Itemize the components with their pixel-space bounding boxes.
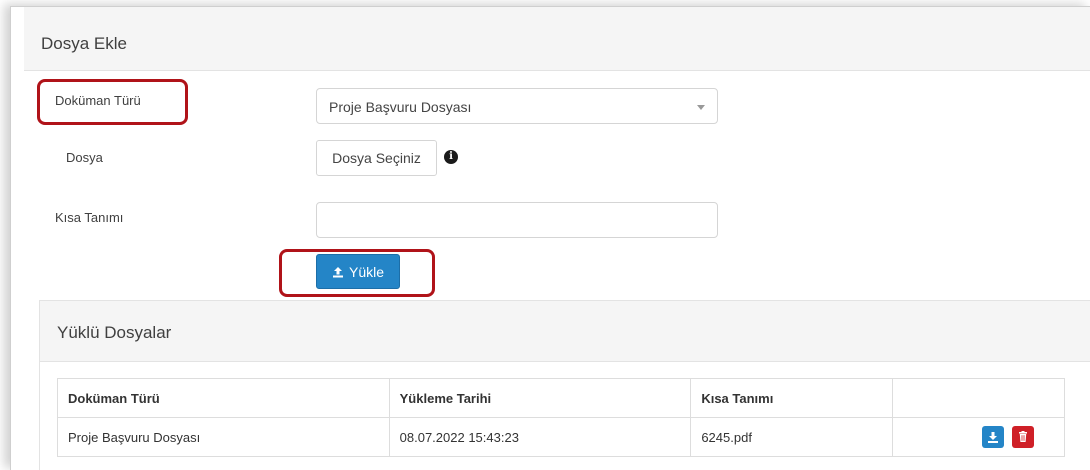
uploaded-files-panel: Yüklü Dosyalar Doküman Türü Yükleme Tari… bbox=[39, 300, 1090, 470]
doc-type-selected-value: Proje Başvuru Dosyası bbox=[329, 99, 472, 115]
cell-upload-date: 08.07.2022 15:43:23 bbox=[388, 417, 692, 457]
column-header-upload-date: Yükleme Tarihi bbox=[388, 378, 692, 418]
description-label: Kısa Tanımı bbox=[55, 210, 124, 225]
info-icon[interactable]: i bbox=[444, 150, 458, 164]
upload-button-label: Yükle bbox=[348, 263, 385, 280]
column-header-description: Kısa Tanımı bbox=[690, 378, 894, 418]
cell-doc-type: Proje Başvuru Dosyası bbox=[57, 417, 390, 457]
panel-header: Dosya Ekle bbox=[24, 7, 1090, 71]
file-label: Dosya bbox=[66, 150, 103, 165]
description-input[interactable] bbox=[316, 202, 718, 238]
panel-title: Dosya Ekle bbox=[41, 34, 127, 53]
upload-button[interactable]: Yükle bbox=[316, 254, 400, 289]
cell-actions bbox=[892, 417, 1065, 457]
choose-file-button[interactable]: Dosya Seçiniz bbox=[316, 140, 437, 176]
upload-icon bbox=[332, 266, 343, 277]
table-row: Proje Başvuru Dosyası 08.07.2022 15:43:2… bbox=[57, 417, 1065, 457]
doc-type-label: Doküman Türü bbox=[55, 93, 141, 108]
trash-icon bbox=[1019, 431, 1027, 442]
uploaded-files-title: Yüklü Dosyalar bbox=[57, 323, 172, 342]
download-icon bbox=[988, 432, 999, 443]
column-header-doc-type: Doküman Türü bbox=[57, 378, 390, 418]
uploaded-files-header: Yüklü Dosyalar bbox=[40, 301, 1090, 362]
uploaded-files-table: Doküman Türü Yükleme Tarihi Kısa Tanımı … bbox=[57, 378, 1065, 457]
table-header-row: Doküman Türü Yükleme Tarihi Kısa Tanımı bbox=[57, 378, 1065, 418]
doc-type-select[interactable]: Proje Başvuru Dosyası bbox=[316, 88, 718, 124]
cell-description: 6245.pdf bbox=[690, 417, 894, 457]
chevron-down-icon bbox=[697, 105, 705, 110]
delete-button[interactable] bbox=[1012, 426, 1034, 448]
download-button[interactable] bbox=[982, 426, 1005, 448]
column-header-actions bbox=[892, 378, 1065, 418]
